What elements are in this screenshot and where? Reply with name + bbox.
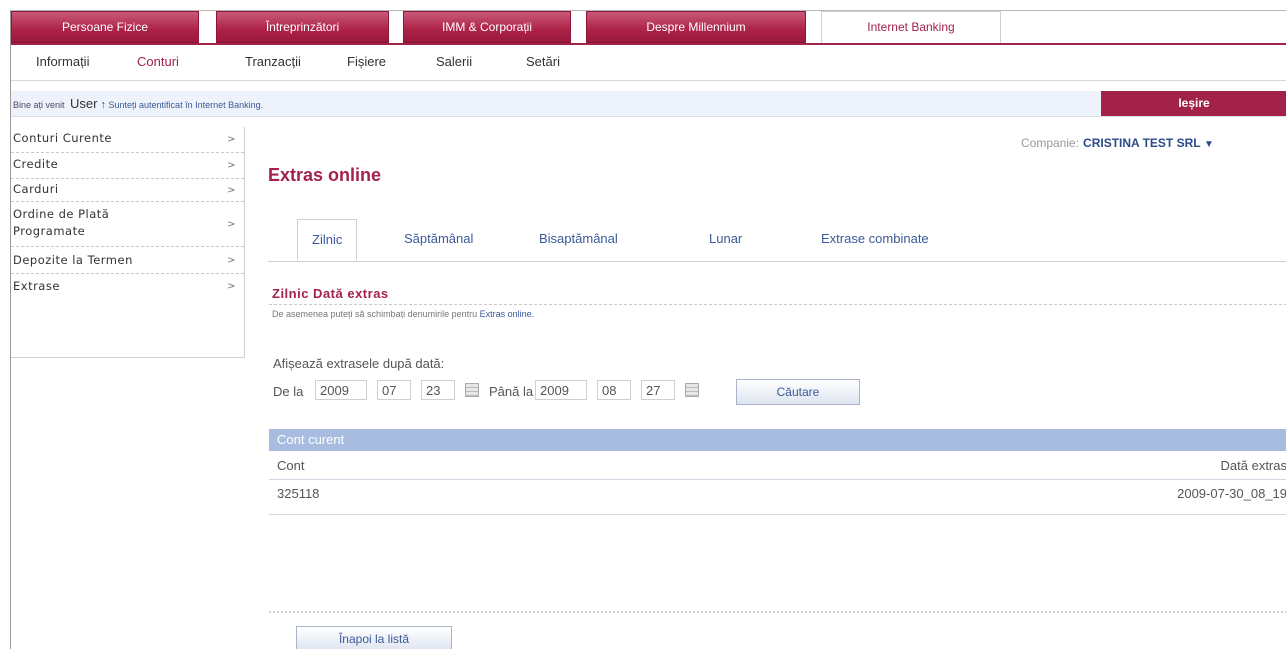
subnav-setari[interactable]: Setări (526, 54, 560, 69)
to-month-input[interactable] (597, 380, 631, 400)
top-tab-intreprinzatori[interactable]: Întreprinzători (216, 11, 389, 43)
tab-saptamanal[interactable]: Săptămânal (404, 231, 473, 246)
subnav-tranzactii[interactable]: Tranzacții (245, 54, 301, 69)
sidebar-item-label: Conturi Curente (13, 131, 112, 145)
welcome-text: Bine ați venit User ↑ Sunteți autentifica… (13, 96, 263, 111)
calendar-icon[interactable] (685, 383, 699, 397)
company-name: CRISTINA TEST SRL (1083, 136, 1201, 150)
top-tab-despre-millennium[interactable]: Despre Millennium (586, 11, 806, 43)
row-account: 325118 (277, 486, 320, 501)
table-header: Cont Dată extras (269, 453, 1286, 480)
sidebar: Conturi Curente > Credite > Carduri > Or… (11, 127, 245, 358)
subnav-informatii[interactable]: Informații (36, 54, 89, 69)
column-account: Cont (277, 458, 305, 473)
from-year-input[interactable] (315, 380, 367, 400)
auth-status: Sunteți autentificat în Internet Banking… (108, 100, 264, 110)
sidebar-item-label: Extrase (13, 279, 60, 293)
sidebar-item-label: Ordine de Plată Programate (13, 207, 110, 238)
chevron-right-icon: > (227, 185, 236, 196)
rename-statements-link[interactable]: Extras online. (480, 309, 535, 319)
chevron-right-icon: > (227, 160, 236, 171)
sidebar-item-ordine-de-plata-programate[interactable]: Ordine de Plată Programate > (11, 202, 244, 247)
company-selector[interactable]: Companie: CRISTINA TEST SRL ▼ (1021, 136, 1214, 150)
section-note-text: De asemenea puteți să schimbați denumiri… (272, 309, 478, 319)
subnav-salerii[interactable]: Salerii (436, 54, 472, 69)
section-title: Zilnic Dată extras (272, 286, 389, 301)
app-frame: Persoane Fizice Întreprinzători IMM & Co… (10, 10, 1286, 649)
section-note: De asemenea puteți să schimbați denumiri… (272, 309, 534, 319)
table-row[interactable]: 325118 2009-07-30_08_19 (269, 480, 1286, 515)
subnav-fisiere[interactable]: Fișiere (347, 54, 386, 69)
arrow-up-icon: ↑ (100, 99, 107, 111)
sidebar-item-extrase[interactable]: Extrase > (11, 274, 244, 299)
company-label: Companie: (1021, 136, 1080, 150)
sub-nav: Informații Conturi Tranzacții Fișiere Sa… (11, 46, 1286, 81)
to-day-input[interactable] (641, 380, 675, 400)
tab-extrase-combinate[interactable]: Extrase combinate (821, 231, 929, 246)
row-date[interactable]: 2009-07-30_08_19 (1177, 486, 1286, 501)
sidebar-item-depozite-la-termen[interactable]: Depozite la Termen > (11, 247, 244, 274)
from-label: De la (273, 384, 304, 399)
back-to-list-button[interactable]: Înapoi la listă (296, 626, 452, 649)
section-divider (269, 304, 1286, 305)
top-tab-imm-corporatii[interactable]: IMM & Corporații (403, 11, 571, 43)
to-label: Până la (489, 384, 534, 399)
sidebar-item-label: Carduri (13, 182, 59, 196)
tab-lunar[interactable]: Lunar (709, 231, 742, 246)
top-tabs: Persoane Fizice Întreprinzători IMM & Co… (11, 11, 1286, 45)
calendar-icon[interactable] (465, 383, 479, 397)
chevron-right-icon: > (227, 255, 236, 266)
sidebar-item-conturi-curente[interactable]: Conturi Curente > (11, 127, 244, 153)
panel-header: Cont curent (269, 429, 1286, 451)
top-tab-internet-banking[interactable]: Internet Banking (821, 11, 1001, 43)
sidebar-item-carduri[interactable]: Carduri > (11, 179, 244, 202)
caret-down-icon: ▼ (1203, 139, 1214, 150)
top-tab-persoane-fizice[interactable]: Persoane Fizice (11, 11, 199, 43)
period-tabs: Zilnic Săptămânal Bisaptămânal Lunar Ext… (268, 219, 1286, 262)
chevron-right-icon: > (227, 281, 236, 292)
sidebar-item-label: Credite (13, 157, 59, 171)
panel-title: Cont curent (277, 432, 345, 447)
chevron-right-icon: > (227, 134, 236, 145)
tab-bisaptamanal[interactable]: Bisaptămânal (539, 231, 618, 246)
search-button[interactable]: Căutare (736, 379, 860, 405)
to-year-input[interactable] (535, 380, 587, 400)
sidebar-item-credite[interactable]: Credite > (11, 153, 244, 179)
page-title: Extras online (268, 165, 382, 185)
welcome-user: User (70, 96, 98, 111)
top-tabs-underline (11, 43, 1286, 45)
logout-button[interactable]: Ieșire (1101, 91, 1286, 116)
column-date: Dată extras (1220, 458, 1286, 473)
sidebar-item-label: Depozite la Termen (13, 253, 133, 267)
bottom-divider (269, 611, 1286, 613)
from-month-input[interactable] (377, 380, 411, 400)
chevron-right-icon: > (227, 219, 236, 230)
welcome-bar: Bine ați venit User ↑ Sunteți autentifica… (11, 91, 1286, 117)
from-day-input[interactable] (421, 380, 455, 400)
filter-label: Afișează extrasele după dată: (273, 356, 445, 371)
tab-zilnic[interactable]: Zilnic (297, 219, 358, 261)
welcome-greeting: Bine ați venit (13, 100, 65, 110)
subnav-conturi[interactable]: Conturi (137, 54, 179, 69)
